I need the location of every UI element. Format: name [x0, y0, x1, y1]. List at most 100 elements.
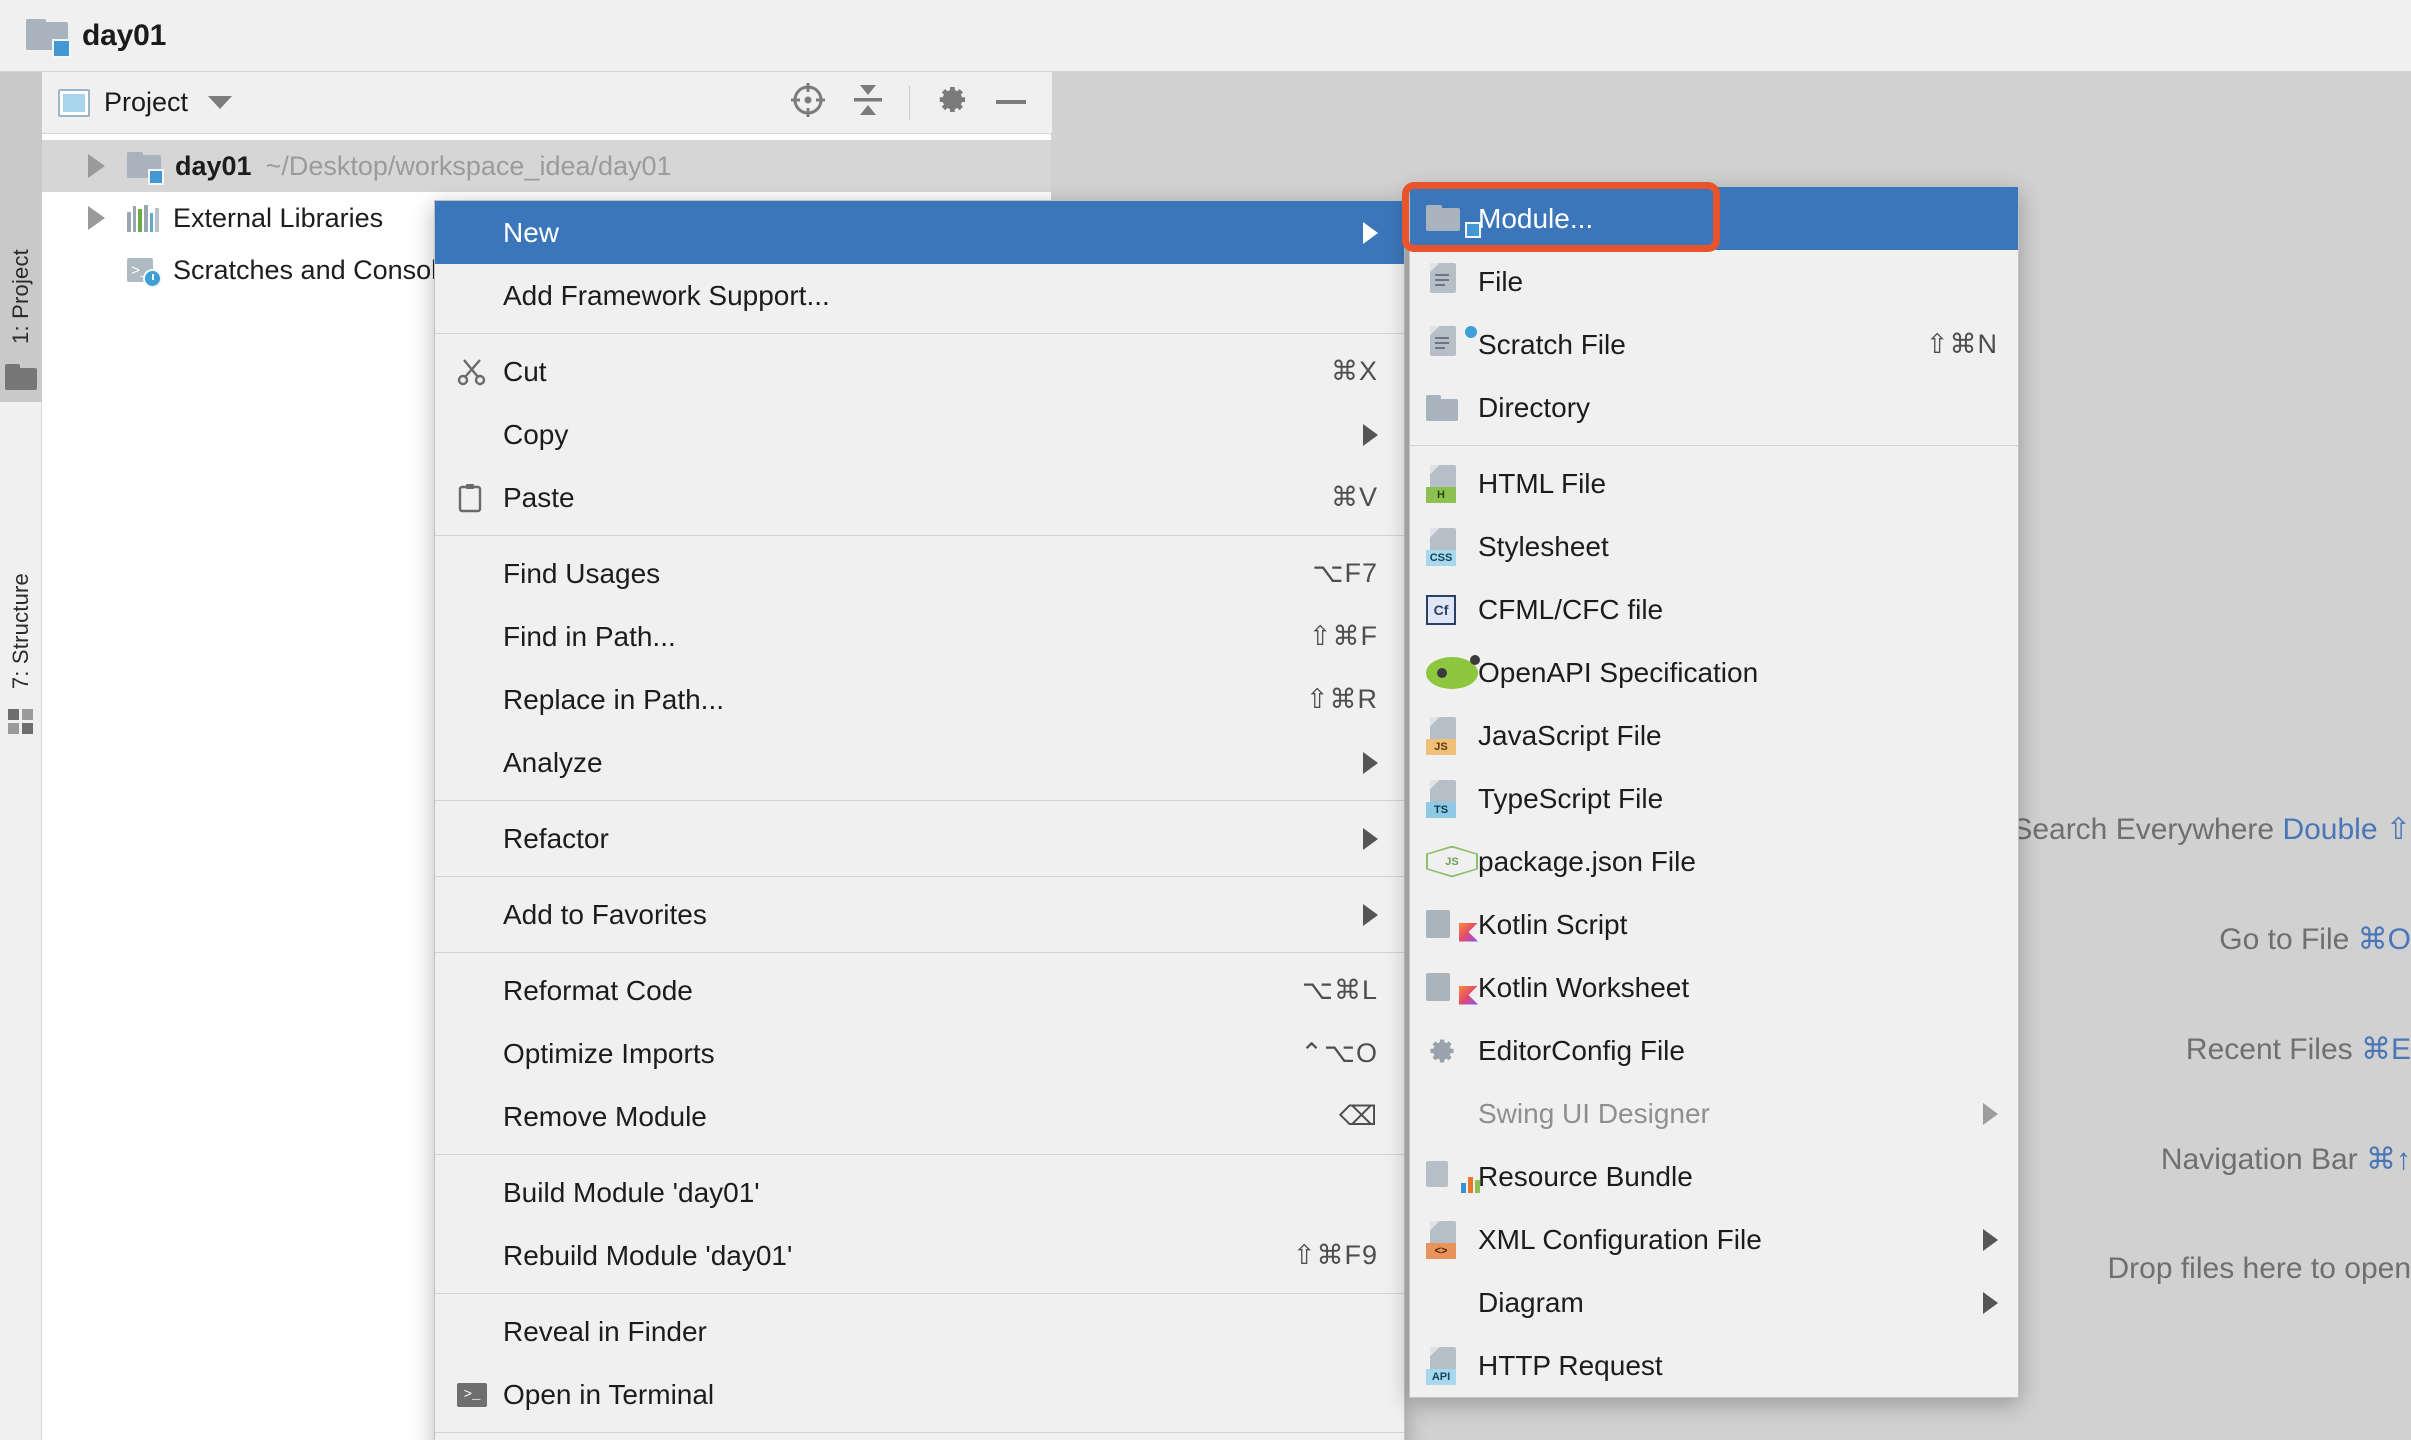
submenu-item-kotlin-script[interactable]: Kotlin Script	[1410, 893, 2018, 956]
cfml-file-icon: Cf	[1426, 594, 1478, 625]
menu-item-analyze[interactable]: Analyze	[435, 731, 1404, 794]
submenu-item-kotlin-worksheet[interactable]: Kotlin Worksheet	[1410, 956, 2018, 1019]
menu-item-remove-module[interactable]: Remove Module ⌫	[435, 1085, 1404, 1148]
project-window-icon	[58, 88, 90, 117]
editor-tip-text: Navigation Bar	[2160, 1143, 2358, 1176]
tree-node-day01[interactable]: day01 ~/Desktop/workspace_idea/day01	[42, 140, 1051, 192]
gear-icon[interactable]	[934, 82, 970, 123]
locate-icon[interactable]	[789, 81, 827, 124]
menu-item-label: Analyze	[503, 746, 603, 778]
expand-arrow-icon[interactable]	[88, 154, 105, 178]
collapse-all-icon[interactable]	[851, 81, 885, 124]
menu-item-add-framework-support[interactable]: Add Framework Support...	[435, 264, 1404, 327]
menu-item-copy[interactable]: Copy	[435, 403, 1404, 466]
editor-tip-key: ⌘O	[2357, 923, 2411, 956]
submenu-item-label: CFML/CFC file	[1478, 593, 1664, 625]
menu-item-reformat-code[interactable]: Reformat Code ⌥⌘L	[435, 959, 1404, 1022]
css-file-icon: CSS	[1426, 527, 1478, 566]
editor-tip-key: ⌘↑	[2366, 1143, 2411, 1176]
menu-item-reveal-in-finder[interactable]: Reveal in Finder	[435, 1300, 1404, 1363]
submenu-item-label: JavaScript File	[1478, 719, 1662, 751]
project-panel-title: Project	[104, 87, 189, 117]
menu-item-shortcut: ⌫	[1338, 1101, 1378, 1131]
menu-item-paste[interactable]: Paste ⌘V	[435, 466, 1404, 529]
editor-tip-text: Recent Files	[2185, 1033, 2353, 1066]
menu-separator	[435, 1432, 1404, 1433]
resource-bundle-icon	[1426, 1160, 1480, 1193]
submenu-item-http-request[interactable]: API HTTP Request	[1410, 1334, 2018, 1397]
menu-item-find-usages[interactable]: Find Usages ⌥F7	[435, 542, 1404, 605]
submenu-item-label: Scratch File	[1478, 328, 1626, 360]
menu-item-label: Find Usages	[503, 557, 661, 589]
editor-tip-text: Drop files here to open	[2107, 1252, 2411, 1285]
submenu-item-module[interactable]: Module...	[1410, 187, 2018, 250]
submenu-item-label: EditorConfig File	[1478, 1034, 1685, 1066]
menu-item-label: Copy	[503, 418, 569, 450]
submenu-item-cfml-file[interactable]: Cf CFML/CFC file	[1410, 578, 2018, 641]
expand-arrow-icon[interactable]	[88, 206, 105, 230]
menu-item-label: Optimize Imports	[503, 1037, 715, 1069]
editor-tip-text: Search Everywhere	[2012, 813, 2275, 846]
submenu-item-typescript-file[interactable]: TS TypeScript File	[1410, 767, 2018, 830]
menu-item-label: New	[503, 216, 560, 248]
sidebar-item-project[interactable]: 1: Project	[0, 72, 42, 402]
menu-separator	[435, 800, 1404, 801]
submenu-arrow-icon	[1363, 827, 1378, 850]
menu-item-find-in-path[interactable]: Find in Path... ⇧⌘F	[435, 605, 1404, 668]
menu-item-shortcut: ⌃⌥O	[1300, 1038, 1378, 1068]
menu-item-label: Refactor	[503, 822, 609, 854]
submenu-item-xml-configuration-file[interactable]: <> XML Configuration File	[1410, 1208, 2018, 1271]
menu-item-label: Reveal in Finder	[503, 1315, 707, 1347]
submenu-item-package-json-file[interactable]: package.json File	[1410, 830, 2018, 893]
submenu-arrow-icon	[1363, 423, 1378, 446]
menu-item-rebuild-module[interactable]: Rebuild Module 'day01' ⇧⌘F9	[435, 1224, 1404, 1287]
menu-item-replace-in-path[interactable]: Replace in Path... ⇧⌘R	[435, 668, 1404, 731]
kotlin-icon	[1426, 908, 1478, 942]
window-title: day01	[82, 18, 167, 52]
menu-item-open-in-terminal[interactable]: >_ Open in Terminal	[435, 1363, 1404, 1426]
file-icon	[1426, 262, 1478, 301]
submenu-item-scratch-file[interactable]: Scratch File ⇧⌘N	[1410, 313, 2018, 376]
chevron-down-icon[interactable]	[208, 96, 233, 109]
menu-separator	[435, 1293, 1404, 1294]
submenu-item-stylesheet[interactable]: CSS Stylesheet	[1410, 515, 2018, 578]
submenu-item-file[interactable]: File	[1410, 250, 2018, 313]
submenu-item-label: Kotlin Worksheet	[1478, 971, 1690, 1003]
submenu-arrow-icon	[1983, 1102, 1998, 1125]
menu-item-new[interactable]: New	[435, 201, 1404, 264]
submenu-item-shortcut: ⇧⌘N	[1925, 329, 1998, 359]
submenu-item-html-file[interactable]: H HTML File	[1410, 452, 2018, 515]
submenu-item-editorconfig-file[interactable]: EditorConfig File	[1410, 1019, 2018, 1082]
xml-file-icon: <>	[1426, 1220, 1478, 1259]
menu-separator	[435, 1154, 1404, 1155]
http-request-icon: API	[1426, 1346, 1478, 1385]
submenu-item-label: Directory	[1478, 391, 1591, 423]
submenu-arrow-icon	[1363, 751, 1378, 774]
menu-item-label: Reformat Code	[503, 974, 693, 1006]
submenu-arrow-icon	[1983, 1228, 1998, 1251]
menu-item-cut[interactable]: Cut ⌘X	[435, 340, 1404, 403]
menu-separator	[435, 535, 1404, 536]
menu-item-optimize-imports[interactable]: Optimize Imports ⌃⌥O	[435, 1022, 1404, 1085]
submenu-item-diagram[interactable]: Diagram	[1410, 1271, 2018, 1334]
context-menu: New Add Framework Support... Cut ⌘X Copy	[434, 200, 1405, 1440]
hide-icon[interactable]	[994, 94, 1028, 112]
books-icon	[127, 204, 160, 232]
menu-item-add-to-favorites[interactable]: Add to Favorites	[435, 883, 1404, 946]
sidebar-item-structure[interactable]: 7: Structure	[0, 412, 42, 752]
menu-item-refactor[interactable]: Refactor	[435, 807, 1404, 870]
menu-item-build-module[interactable]: Build Module 'day01'	[435, 1161, 1404, 1224]
submenu-item-javascript-file[interactable]: JS JavaScript File	[1410, 704, 2018, 767]
submenu-item-directory[interactable]: Directory	[1410, 376, 2018, 439]
submenu-item-openapi-specification[interactable]: OpenAPI Specification	[1410, 641, 2018, 704]
html-file-icon: H	[1426, 464, 1478, 503]
tree-node-label: day01	[175, 150, 252, 181]
submenu-item-label: Stylesheet	[1478, 530, 1609, 562]
submenu-item-swing-ui-designer[interactable]: Swing UI Designer	[1410, 1082, 2018, 1145]
submenu-separator	[1410, 445, 2018, 446]
tree-node-label: External Libraries	[173, 202, 384, 233]
openapi-icon	[1426, 654, 1480, 689]
submenu-item-label: HTML File	[1478, 467, 1607, 499]
submenu-item-label: OpenAPI Specification	[1478, 656, 1759, 688]
submenu-item-resource-bundle[interactable]: Resource Bundle	[1410, 1145, 2018, 1208]
